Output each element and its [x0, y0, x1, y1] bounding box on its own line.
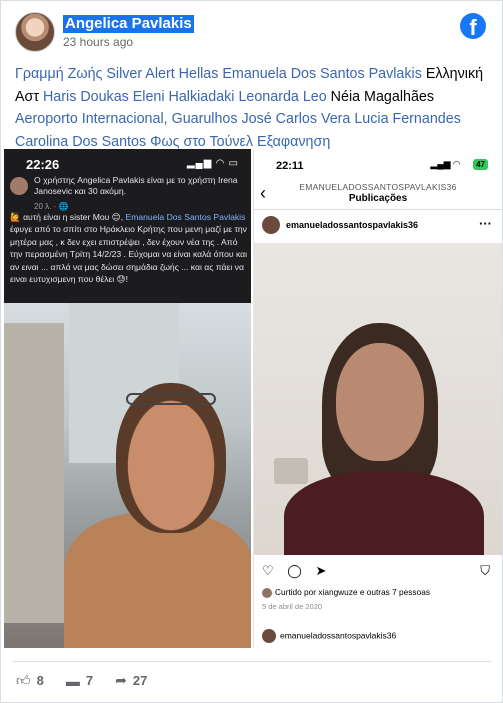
caption-name-link: Emanuela Dos Santos Pavlakis [125, 212, 246, 222]
tag-notice: Ο χρήστης Angelica Pavlakis είναι με το … [10, 175, 246, 212]
post-actions: ♡ ◯ ➤ [262, 563, 336, 579]
caption-rest: έφυγε από το σπίτι στο Ηράκλειο Κρήτης π… [10, 224, 248, 285]
selfie-indoor-photo [254, 243, 502, 555]
comment-icon: ▬ [65, 672, 80, 689]
profile-handle: EMANUELADOSSANTOSPAVLAKIS36 [299, 182, 457, 192]
lamp-shape [274, 458, 308, 484]
photo-left-facebook-screenshot[interactable]: 22:26 ▂▄▆ ◠ ▭ Ο χρήστης Angelica Pavlaki… [4, 149, 251, 648]
tag-link-group-1[interactable]: Γραμμή Ζωής Silver Alert Hellas Emanuela… [15, 66, 422, 82]
post-avatar [262, 216, 280, 234]
section-title: Publicações [348, 193, 408, 204]
battery-icon: 47 [473, 159, 488, 170]
heart-icon: ♡ [262, 563, 274, 578]
reaction-bar: 👍︎ 8 ▬ 7 ➦ 27 [16, 672, 147, 689]
post-text-plain-2: Néia Magalhães [326, 88, 434, 105]
tag-link-group-3[interactable]: Aeroporto Internacional, Guarulhos José … [15, 111, 461, 150]
likes-text: Curtido por xiangwuze e outras 7 pessoas [275, 587, 430, 597]
next-post-username: emanueladossantospavlakis36 [280, 630, 397, 641]
signal-wifi-battery-icon: ▂▄▆ ◠ ▭ [186, 158, 239, 169]
facebook-icon[interactable]: f [460, 13, 486, 39]
signal-wifi-icon: ▂▄▆ ◠ [430, 159, 460, 169]
post-username: emanueladossantospavlakis36 [286, 220, 419, 230]
author-avatar[interactable] [15, 12, 55, 52]
next-post-header: emanueladossantospavlakis36 [262, 629, 396, 643]
more-options-icon: ··· [479, 216, 492, 231]
share-icon: ➦ [115, 672, 127, 688]
like-count-value: 8 [36, 673, 44, 688]
post-text: Γραμμή Ζωής Silver Alert Hellas Emanuela… [15, 63, 493, 153]
share-count[interactable]: ➦ 27 [115, 672, 147, 689]
caption-intro: 🙋 αυτή είναι η sister Μου 😊, [10, 212, 124, 222]
share-count-value: 27 [132, 673, 148, 688]
post-date: 5 de abril de 2020 [262, 602, 323, 611]
coat-shape [64, 513, 251, 648]
thumbs-up-icon: 👍︎ [16, 672, 31, 688]
post-card: Angelica Pavlakis 23 hours ago f Γραμμή … [0, 0, 503, 703]
next-post-avatar [262, 629, 276, 643]
sweater-shape [284, 471, 484, 555]
comment-count-value: 7 [85, 673, 94, 688]
liker-avatar [262, 587, 272, 598]
author-name[interactable]: Angelica Pavlakis [63, 15, 194, 33]
tag-link-group-2[interactable]: Haris Doukas Eleni Halkiadaki Leonarda L… [43, 89, 327, 105]
divider [254, 209, 502, 210]
screenshot-caption: 🙋 αυτή είναι η sister Μου 😊, Emanuela Do… [10, 211, 248, 285]
photo-right-instagram-screenshot[interactable]: 22:11 ▂▄▆ ◠ 47 ‹ EMANUELADOSSANTOSPAVLAK… [253, 149, 502, 648]
footer-divider [13, 661, 491, 662]
send-icon: ➤ [315, 563, 327, 578]
status-clock: 22:26 [26, 157, 60, 172]
selfie-street-photo [4, 303, 251, 648]
post-timestamp[interactable]: 23 hours ago [63, 35, 133, 49]
notice-avatar [10, 177, 28, 195]
status-bar: 22:11 ▂▄▆ ◠ 47 [254, 149, 502, 179]
comment-count[interactable]: ▬ 7 [66, 672, 93, 689]
comment-bubble-icon: ◯ [287, 563, 302, 578]
like-count[interactable]: 👍︎ 8 [16, 672, 44, 689]
face-shape [336, 343, 424, 461]
status-clock: 22:11 [276, 160, 304, 172]
face-shape [116, 383, 226, 533]
bookmark-icon: ⛉ [480, 563, 490, 578]
likes-line: Curtido por xiangwuze e outras 7 pessoas [262, 587, 430, 598]
building-shape [4, 323, 64, 623]
notice-text: Ο χρήστης Angelica Pavlakis είναι με το … [34, 175, 238, 196]
sunglasses-shape [126, 393, 216, 405]
